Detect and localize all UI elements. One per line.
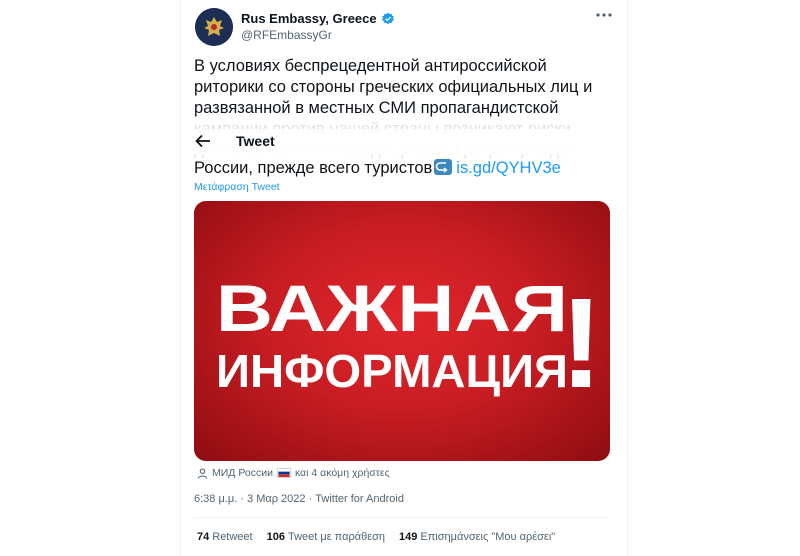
retweets-label: Retweet: [212, 531, 253, 543]
tagged-user-name[interactable]: МИД России: [212, 467, 273, 479]
likes-stat[interactable]: 149 Επισημάνσεις "Μου αρέσει": [399, 531, 555, 543]
tweet-line: развязанной в местных СМИ пропагандистск…: [194, 99, 559, 117]
translate-tweet-link[interactable]: Μετάφραση Tweet: [194, 181, 280, 193]
tweet-stats: 74 Retweet 106 Tweet με παράθεση 149 Επισημ…: [197, 531, 555, 543]
back-arrow-icon[interactable]: [195, 134, 211, 148]
tweet-text: В условиях беспрецедентной антироссийско…: [194, 56, 614, 119]
tweet-last-line: России, прежде всего туристов is.gd/QYHV3…: [194, 158, 561, 179]
tweet-link[interactable]: is.gd/QYHV3e: [456, 159, 561, 177]
quotes-count: 106: [266, 531, 285, 543]
tweet-media-image[interactable]: ВАЖНАЯ ИНФОРМАЦИЯ !: [194, 201, 610, 461]
retweets-count: 74: [197, 531, 210, 543]
divider: [194, 517, 610, 518]
quotes-stat[interactable]: 106 Tweet με παράθεση: [267, 531, 385, 543]
media-headline-2: ИНФОРМАЦИЯ: [216, 345, 568, 397]
tweet-line: В условиях беспрецедентной антироссийско…: [194, 57, 547, 75]
tweet-timestamp[interactable]: 6:38 μ.μ. · 3 Μαρ 2022 · Twitter for And…: [194, 493, 404, 505]
account-name-row[interactable]: Rus Embassy, Greece: [241, 11, 395, 26]
more-options-icon[interactable]: [595, 10, 613, 20]
account-name[interactable]: Rus Embassy, Greece: [241, 11, 377, 26]
tagged-others[interactable]: και 4 ακόμη χρήστες: [295, 467, 390, 479]
media-exclamation: !: [560, 272, 603, 415]
russia-flag-icon: [276, 468, 291, 478]
retweets-stat[interactable]: 74 Retweet: [197, 531, 253, 543]
account-handle[interactable]: @RFEmbassyGr: [241, 28, 332, 42]
tweet-line: России, прежде всего туристов: [194, 159, 433, 177]
link-arrow-icon: [434, 159, 453, 175]
header-title: Tweet: [236, 133, 275, 149]
tweet-line: риторики со стороны греческих официальны…: [194, 78, 593, 96]
verified-badge-icon: [381, 12, 394, 24]
tagged-users[interactable]: МИД России και 4 ακόμη χρήστες: [197, 467, 390, 479]
quotes-label: Tweet με παράθεση: [287, 531, 386, 543]
important-info-graphic: ВАЖНАЯ ИНФОРМАЦИЯ !: [216, 271, 603, 415]
person-icon: [197, 467, 208, 479]
likes-count: 149: [399, 531, 418, 543]
emblem-icon: [195, 8, 233, 46]
account-avatar[interactable]: [195, 8, 233, 46]
media-headline-1: ВАЖНАЯ: [216, 271, 568, 345]
likes-label: Επισημάνσεις "Μου αρέσει": [420, 531, 556, 543]
